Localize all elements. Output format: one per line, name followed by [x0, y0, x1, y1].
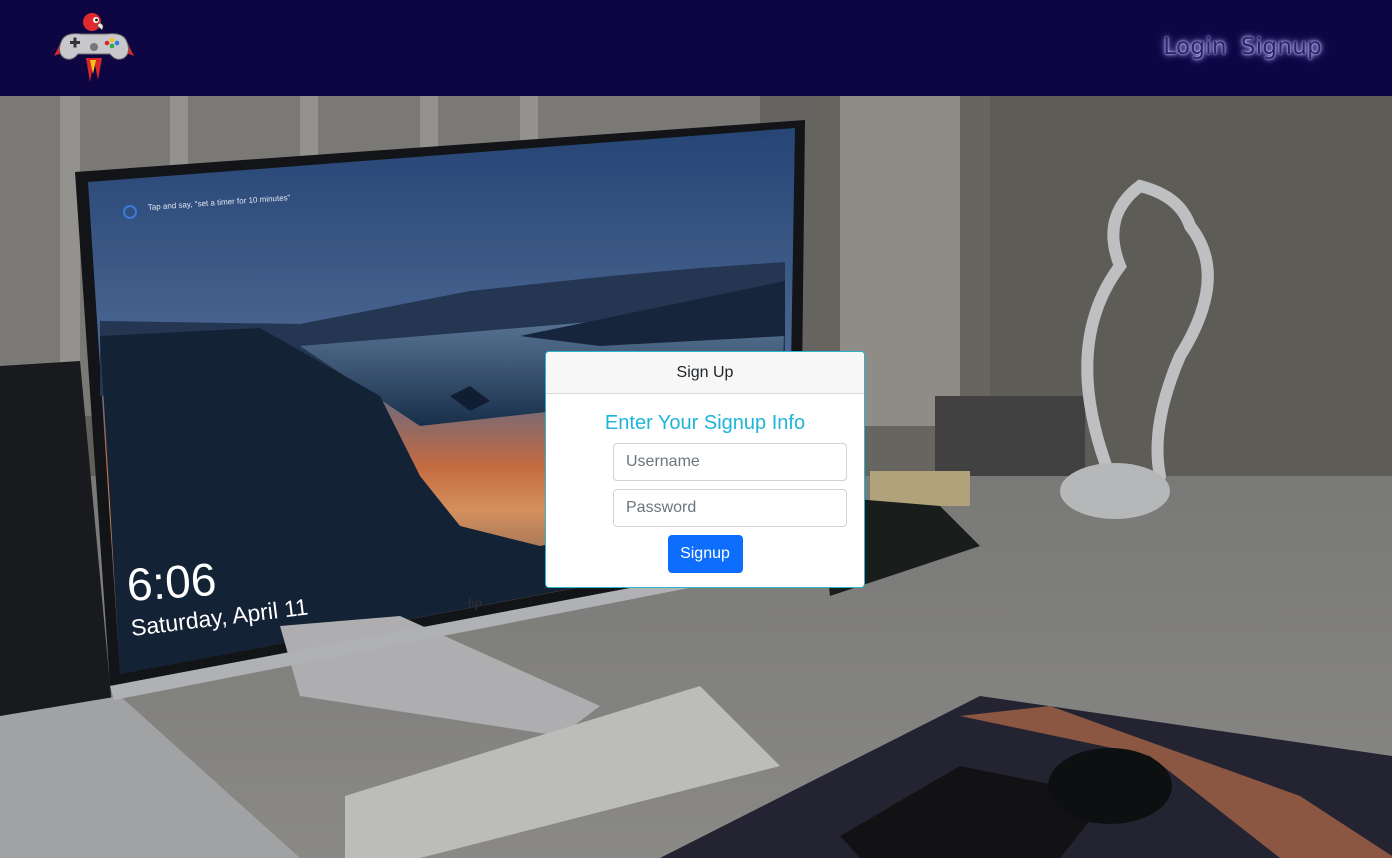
signup-button[interactable]: Signup	[667, 535, 743, 573]
nav-signup-link[interactable]: Signup	[1241, 34, 1322, 60]
password-input[interactable]	[613, 489, 847, 527]
parrot-gamepad-logo-icon[interactable]	[52, 10, 136, 84]
screen-time-text: 6:06	[125, 553, 218, 611]
card-header: Sign Up	[546, 352, 864, 394]
monitor-brand-text: hp	[467, 596, 482, 612]
nav-login-link[interactable]: Login	[1163, 34, 1227, 60]
navbar: Login Signup	[0, 0, 1392, 96]
username-input[interactable]	[613, 443, 847, 481]
signup-title: Enter Your Signup Info	[604, 412, 806, 434]
nav-links: Login Signup	[1163, 34, 1322, 60]
signup-card: Sign Up Enter Your Signup Info Signup	[545, 351, 865, 588]
